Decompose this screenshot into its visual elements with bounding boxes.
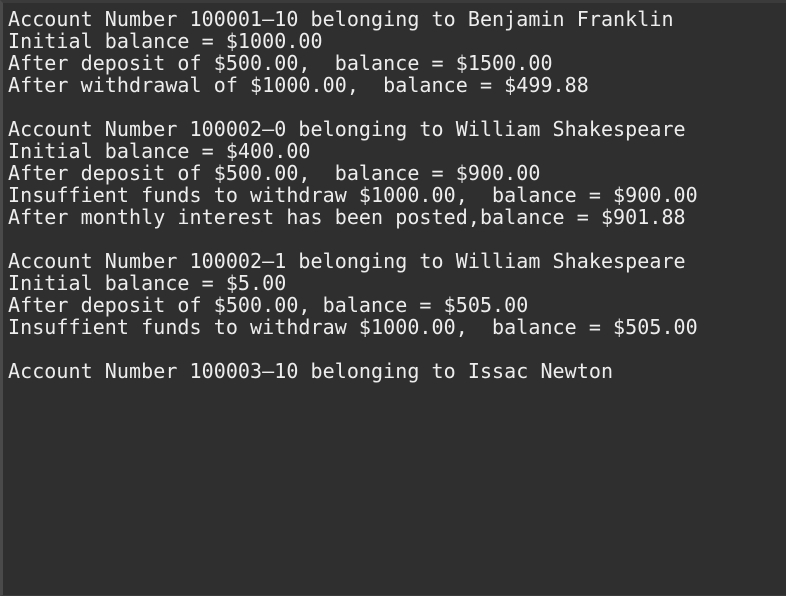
output-line: Insuffient funds to withdraw $1000.00, b… (8, 183, 698, 207)
output-line: Initial balance = $5.00 (8, 271, 287, 295)
console-output[interactable]: Account Number 100001–10 belonging to Be… (0, 0, 786, 596)
output-line: After deposit of $500.00, balance = $505… (8, 293, 529, 317)
output-line: After deposit of $500.00, balance = $900… (8, 161, 541, 185)
output-line: After deposit of $500.00, balance = $150… (8, 51, 553, 75)
output-line: Account Number 100001–10 belonging to Be… (8, 7, 674, 31)
output-line: Account Number 100002–0 belonging to Wil… (8, 117, 686, 141)
output-line: Initial balance = $1000.00 (8, 29, 323, 53)
output-line: After monthly interest has been posted,b… (8, 205, 686, 229)
output-line: Account Number 100002–1 belonging to Wil… (8, 249, 686, 273)
output-line: After withdrawal of $1000.00, balance = … (8, 73, 589, 97)
output-line: Initial balance = $400.00 (8, 139, 311, 163)
output-line: Insuffient funds to withdraw $1000.00, b… (8, 315, 698, 339)
output-line: Account Number 100003–10 belonging to Is… (8, 359, 614, 383)
